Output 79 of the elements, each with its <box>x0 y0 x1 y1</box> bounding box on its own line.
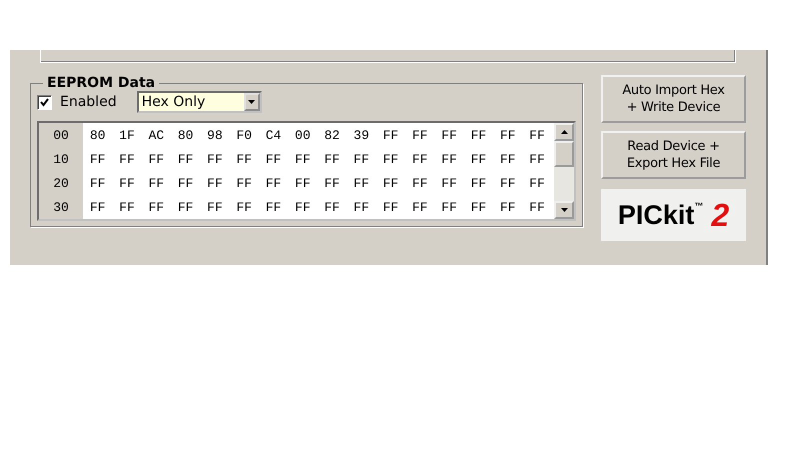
byte-cell-text: FF <box>528 152 546 166</box>
address-cell-text: 20 <box>52 176 70 190</box>
byte-cell-text: C4 <box>264 128 282 142</box>
byte-cell-text: 80 <box>88 128 106 142</box>
byte-cell-text: FF <box>294 200 312 214</box>
byte-cell-text: FF <box>440 152 458 166</box>
byte-cell-text: FF <box>499 176 517 190</box>
byte-cell-text: 80 <box>176 128 194 142</box>
byte-cell-text: FF <box>176 152 194 166</box>
byte-cell-text: FF <box>528 176 546 190</box>
byte-cell-text: 82 <box>323 128 341 142</box>
byte-cell-text: FF <box>88 152 106 166</box>
byte-cell-text: FF <box>323 200 341 214</box>
scroll-thumb[interactable] <box>554 141 574 167</box>
byte-cell-text: FF <box>411 200 429 214</box>
byte-cell-text: FF <box>499 128 517 142</box>
byte-cell-text: FF <box>352 152 370 166</box>
address-cell-text: 30 <box>52 200 70 214</box>
byte-cell-text: 1F <box>118 128 136 142</box>
byte-cell-text: AC <box>147 128 166 142</box>
byte-cell-text: FF <box>411 128 429 142</box>
action-button[interactable]: Read Device + Export Hex File <box>601 131 746 179</box>
byte-cell-text: FF <box>88 176 106 190</box>
byte-cell-text: FF <box>470 128 488 142</box>
scroll-up-button[interactable] <box>554 123 574 141</box>
byte-cell-text: FF <box>382 200 400 214</box>
scroll-down-button[interactable] <box>554 201 574 219</box>
byte-cell-text: FF <box>382 128 400 142</box>
byte-cell-text: FF <box>352 200 370 214</box>
byte-cell-text: 39 <box>352 128 370 142</box>
byte-cell-text: FF <box>294 152 312 166</box>
byte-cell-text: FF <box>206 176 224 190</box>
byte-cell-text: FF <box>294 176 312 190</box>
byte-cell-text: FF <box>235 200 253 214</box>
byte-cell-text: FF <box>118 176 136 190</box>
byte-cell-text: FF <box>352 176 370 190</box>
down-arrow-icon <box>560 208 568 212</box>
byte-cell-text: FF <box>470 176 488 190</box>
group-title: EEPROM Data <box>46 75 156 91</box>
byte-cell-text: FF <box>235 152 253 166</box>
byte-cell-text: FF <box>382 176 400 190</box>
mode-dropdown[interactable]: Hex Only <box>136 91 262 113</box>
byte-cell-text: FF <box>206 200 224 214</box>
byte-cell-text: FF <box>470 152 488 166</box>
byte-cell-text: FF <box>264 176 282 190</box>
byte-cell-text: FF <box>470 200 488 214</box>
address-cell-text: 10 <box>52 152 70 166</box>
byte-cell-text: FF <box>499 200 517 214</box>
byte-cell-text: 98 <box>206 128 224 142</box>
byte-cell-text: FF <box>440 128 458 142</box>
byte-cell-text: FF <box>323 176 341 190</box>
byte-cell-text: FF <box>147 176 166 190</box>
byte-cell-text: FF <box>411 152 429 166</box>
byte-cell-text: FF <box>323 152 341 166</box>
byte-cell-text: FF <box>264 200 282 214</box>
byte-cell-text: FF <box>206 152 224 166</box>
address-cell-text: 00 <box>52 128 70 142</box>
enabled-checkbox[interactable]: Enabled <box>37 94 117 110</box>
byte-cell-text: 00 <box>294 128 312 142</box>
byte-cell-text: FF <box>118 200 136 214</box>
byte-cell-text: FF <box>382 152 400 166</box>
byte-cell-text: FF <box>440 200 458 214</box>
byte-cell-text: FF <box>411 176 429 190</box>
byte-cell-text: FF <box>118 152 136 166</box>
byte-cell-text: FF <box>176 200 194 214</box>
up-arrow-icon <box>560 130 568 134</box>
byte-cell-text: FF <box>440 176 458 190</box>
action-button[interactable]: Auto Import Hex + Write Device <box>601 75 746 123</box>
byte-cell-text: FF <box>528 128 546 142</box>
byte-cell-text: FF <box>88 200 106 214</box>
byte-cell-text: FF <box>528 200 546 214</box>
byte-cell-text: FF <box>499 152 517 166</box>
byte-cell-text: FF <box>147 200 166 214</box>
byte-cell-text: FF <box>235 176 253 190</box>
logo: PICkit$^{™}$ 2 <box>601 189 746 241</box>
byte-cell-text: FF <box>264 152 282 166</box>
byte-cell-text: F0 <box>235 128 253 142</box>
byte-cell-text: FF <box>176 176 194 190</box>
byte-cell-text: FF <box>147 152 166 166</box>
